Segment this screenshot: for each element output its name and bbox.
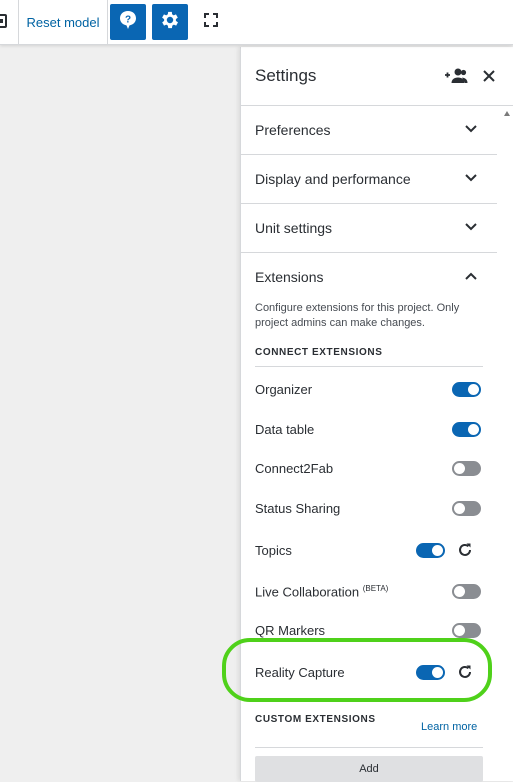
- live-collaboration-toggle[interactable]: [452, 584, 481, 599]
- section-label: Preferences: [255, 122, 331, 138]
- qr-markers-toggle[interactable]: [452, 623, 481, 638]
- chevron-down-icon: [465, 125, 477, 133]
- top-toolbar: Reset model ?: [0, 0, 513, 45]
- extension-row-topics: Topics: [241, 536, 497, 566]
- section-preferences[interactable]: Preferences: [241, 106, 497, 155]
- extension-label: Data table: [255, 422, 315, 437]
- extension-label: Reality Capture: [255, 665, 345, 680]
- connect-extensions-title: CONNECT EXTENSIONS: [255, 347, 383, 358]
- close-icon[interactable]: [477, 64, 501, 88]
- gear-icon: [159, 9, 181, 36]
- add-extension-button[interactable]: Add: [255, 756, 483, 782]
- extension-label: Topics: [255, 543, 292, 558]
- settings-header: Settings: [241, 47, 513, 106]
- data-table-toggle[interactable]: [452, 422, 481, 437]
- extension-row-status-sharing: Status Sharing: [241, 494, 497, 524]
- divider: [255, 747, 483, 748]
- extension-label: Connect2Fab: [255, 461, 334, 476]
- settings-button[interactable]: [152, 4, 188, 40]
- chevron-down-icon: [465, 223, 477, 231]
- help-bubble-icon: ?: [117, 9, 139, 36]
- extension-row-data-table: Data table: [241, 415, 497, 445]
- section-label: Extensions: [255, 269, 324, 285]
- extension-label: QR Markers: [255, 623, 326, 638]
- reality-capture-toggle[interactable]: [416, 665, 445, 680]
- custom-extensions-title: CUSTOM EXTENSIONS: [255, 714, 376, 725]
- connect2fab-toggle[interactable]: [452, 461, 481, 476]
- section-display-performance[interactable]: Display and performance: [241, 155, 497, 204]
- extension-label: Live Collaboration (BETA): [255, 584, 389, 600]
- status-sharing-toggle[interactable]: [452, 501, 481, 516]
- svg-text:?: ?: [125, 14, 131, 25]
- fullscreen-icon: [203, 12, 219, 33]
- reset-model-button[interactable]: Reset model: [19, 0, 107, 44]
- section-label: Display and performance: [255, 171, 411, 187]
- extension-row-organizer: Organizer: [241, 375, 497, 405]
- extensions-description: Configure extensions for this project. O…: [255, 302, 460, 329]
- extension-label: Organizer: [255, 382, 313, 397]
- panel-title: Settings: [255, 66, 317, 85]
- extension-row-connect2fab: Connect2Fab: [241, 454, 497, 484]
- scroll-up-arrow-icon[interactable]: [504, 111, 510, 116]
- divider: [255, 366, 483, 367]
- help-button[interactable]: ?: [110, 4, 146, 40]
- chevron-up-icon: [465, 272, 477, 280]
- refresh-icon[interactable]: [456, 541, 474, 559]
- extension-row-reality-capture: Reality Capture: [241, 658, 497, 688]
- fullscreen-button[interactable]: [195, 6, 227, 38]
- toolbar-divider: [107, 0, 108, 44]
- section-label: Unit settings: [255, 220, 333, 236]
- settings-panel: Settings Preferences Display and perform…: [240, 47, 513, 782]
- topics-toggle[interactable]: [416, 543, 445, 558]
- organizer-toggle[interactable]: [452, 382, 481, 397]
- refresh-icon[interactable]: [456, 663, 474, 681]
- extension-row-qr-markers: QR Markers: [241, 616, 497, 646]
- extension-label: Status Sharing: [255, 501, 341, 516]
- chevron-down-icon: [465, 174, 477, 182]
- beta-badge: (BETA): [362, 584, 389, 593]
- learn-more-link[interactable]: Learn more: [421, 721, 477, 733]
- add-user-icon[interactable]: [444, 64, 468, 88]
- section-extensions[interactable]: Extensions: [241, 253, 497, 301]
- section-unit-settings[interactable]: Unit settings: [241, 204, 497, 253]
- extension-row-live-collaboration: Live Collaboration (BETA): [241, 577, 497, 607]
- model-icon[interactable]: [0, 10, 8, 32]
